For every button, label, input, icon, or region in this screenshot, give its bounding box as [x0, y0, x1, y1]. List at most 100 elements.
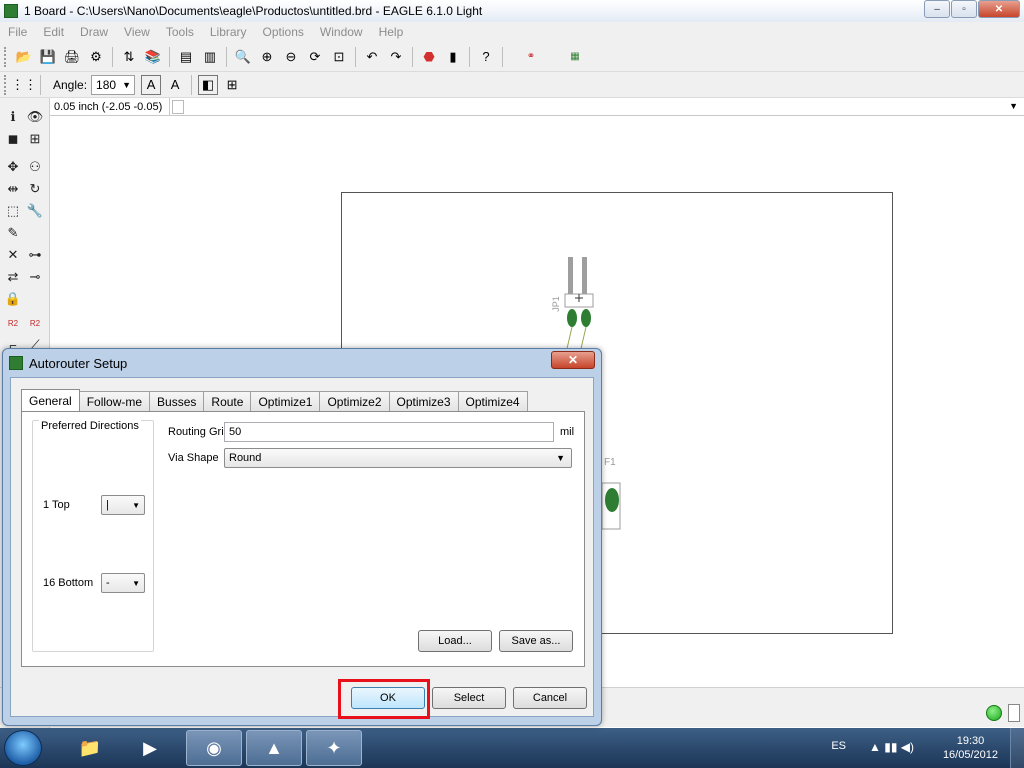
menu-options[interactable]: Options — [255, 25, 312, 39]
delete-icon[interactable]: ✕ — [4, 246, 22, 264]
jp1-pad-2 — [581, 309, 591, 327]
command-button[interactable] — [172, 99, 184, 114]
mirror-text-icon[interactable]: A — [165, 75, 185, 95]
vertical-scrollbar[interactable] — [1014, 117, 1024, 687]
group-icon[interactable]: ⬚ — [4, 202, 22, 220]
tab-optimize1[interactable]: Optimize1 — [250, 391, 321, 411]
tab-optimize3[interactable]: Optimize3 — [388, 391, 459, 411]
tab-busses[interactable]: Busses — [149, 391, 205, 411]
menu-draw[interactable]: Draw — [72, 25, 116, 39]
tab-optimize2[interactable]: Optimize2 — [319, 391, 390, 411]
load-button[interactable]: Load... — [418, 630, 492, 652]
replace-icon[interactable]: ⇄ — [4, 268, 22, 286]
language-indicator[interactable]: ES — [831, 740, 846, 752]
select-button[interactable]: Select — [432, 687, 506, 709]
tab-follow-me[interactable]: Follow-me — [78, 391, 151, 411]
system-clock[interactable]: 19:30 16/05/2012 — [943, 734, 998, 762]
pinswap-icon[interactable]: ⊸ — [26, 268, 44, 286]
menu-library[interactable]: Library — [202, 25, 255, 39]
save-as-button[interactable]: Save as... — [499, 630, 573, 652]
show-desktop-button[interactable] — [1010, 728, 1024, 768]
maximize-button[interactable]: ▫ — [951, 0, 977, 18]
pcb-quote-icon[interactable]: ▦ — [557, 47, 593, 67]
show-eye-icon[interactable]: 👁 — [26, 108, 44, 126]
menu-help[interactable]: Help — [371, 25, 412, 39]
info-icon[interactable]: ℹ — [4, 108, 22, 126]
ok-button[interactable]: OK — [351, 687, 425, 709]
tab-route[interactable]: Route — [203, 391, 252, 411]
top-direction-select[interactable]: | ▼ — [101, 495, 145, 515]
zoom-fit-icon[interactable]: 🔍 — [233, 47, 253, 67]
minimize-button[interactable]: – — [924, 0, 950, 18]
name-icon[interactable]: R2 — [4, 314, 22, 332]
spin-text-icon[interactable]: A — [141, 74, 162, 95]
redo-icon[interactable]: ↷ — [386, 47, 406, 67]
undo-icon[interactable]: ↶ — [362, 47, 382, 67]
cam-processor-icon[interactable]: ⚙ — [86, 47, 106, 67]
window-titlebar: 1 Board - C:\Users\Nano\Documents\eagle\… — [0, 0, 1024, 22]
rotate-icon[interactable]: ↻ — [26, 180, 44, 198]
chevron-down-icon: ▼ — [556, 453, 565, 463]
menu-edit[interactable]: Edit — [35, 25, 72, 39]
mark-icon[interactable]: ⊞ — [26, 130, 44, 148]
tray-network-volume-icon[interactable]: ▲ ▮▮ ◀) — [869, 740, 914, 754]
chevron-down-icon: ▼ — [132, 500, 140, 510]
angle-select[interactable]: 180 ▼ — [91, 74, 136, 95]
display-layers-icon[interactable]: ◼ — [4, 130, 22, 148]
via-shape-select[interactable]: Round ▼ — [224, 448, 572, 468]
window-title: 1 Board - C:\Users\Nano\Documents\eagle\… — [24, 4, 483, 18]
media-player-taskbar-icon[interactable]: ▶ — [122, 730, 178, 766]
dialog-body: General Follow-me Busses Route Optimize1… — [10, 377, 594, 719]
menu-bar: File Edit Draw View Tools Library Option… — [0, 22, 1024, 42]
via-shape-label: Via Shape — [168, 452, 219, 464]
menu-tools[interactable]: Tools — [158, 25, 202, 39]
tab-optimize4[interactable]: Optimize4 — [457, 391, 528, 411]
menu-file[interactable]: File — [0, 25, 35, 39]
zoom-in-icon[interactable]: ⊕ — [257, 47, 277, 67]
library-icon[interactable]: 📚 — [143, 47, 163, 67]
help-icon[interactable]: ? — [476, 47, 496, 67]
value-icon[interactable]: R2 — [26, 314, 44, 332]
tab-strip: General Follow-me Busses Route Optimize1… — [21, 389, 528, 412]
ulp-icon[interactable]: ▥ — [200, 47, 220, 67]
open-icon[interactable]: 📂 — [14, 47, 34, 67]
script-icon[interactable]: ▤ — [176, 47, 196, 67]
stop-icon[interactable]: ⬣ — [419, 47, 439, 67]
align-left-icon[interactable]: ◧ — [198, 74, 219, 95]
bottom-direction-select[interactable]: - ▼ — [101, 573, 145, 593]
align-grid-icon[interactable]: ⊞ — [222, 75, 242, 95]
explorer-taskbar-icon[interactable]: 📁 — [62, 730, 118, 766]
firefox-taskbar-icon[interactable]: ◉ — [186, 730, 242, 766]
zoom-select-icon[interactable]: ⊡ — [329, 47, 349, 67]
mirror-icon[interactable]: ⇹ — [4, 180, 22, 198]
via-shape-value: Round — [229, 452, 262, 464]
board-switch-icon[interactable]: ⇅ — [119, 47, 139, 67]
cancel-button[interactable]: Cancel — [513, 687, 587, 709]
routing-grid-input[interactable]: 50 — [224, 422, 554, 442]
paste-icon[interactable]: ✎ — [4, 224, 22, 242]
vlc-taskbar-icon[interactable]: ▲ — [246, 730, 302, 766]
copy-icon[interactable]: ⚇ — [26, 158, 44, 176]
go-icon[interactable]: ▮ — [443, 47, 463, 67]
chevron-down-icon: ▼ — [132, 578, 140, 588]
save-icon[interactable]: 💾 — [38, 47, 58, 67]
add-part-icon[interactable]: ⊶ — [26, 246, 44, 264]
redraw-icon[interactable]: ⟳ — [305, 47, 325, 67]
design-link-icon[interactable]: ⚭ — [509, 47, 553, 67]
lock-icon[interactable]: 🔒 — [4, 290, 22, 308]
start-button[interactable] — [4, 730, 42, 766]
dialog-close-button[interactable]: ✕ — [551, 351, 595, 369]
stop-command-button[interactable] — [1008, 704, 1020, 722]
print-icon[interactable]: 🖨 — [62, 47, 82, 67]
menu-window[interactable]: Window — [312, 25, 371, 39]
close-window-button[interactable]: ✕ — [978, 0, 1020, 18]
menu-view[interactable]: View — [116, 25, 158, 39]
tab-general[interactable]: General — [21, 389, 80, 411]
chevron-down-icon[interactable]: ▼ — [1009, 101, 1018, 111]
change-wrench-icon[interactable]: 🔧 — [26, 202, 44, 220]
zoom-out-icon[interactable]: ⊖ — [281, 47, 301, 67]
move-icon[interactable]: ✥ — [4, 158, 22, 176]
grid-icon[interactable]: ⋮⋮ — [11, 75, 37, 95]
eagle-dialog-icon — [9, 356, 23, 370]
eagle-taskbar-icon[interactable]: ✦ — [306, 730, 362, 766]
